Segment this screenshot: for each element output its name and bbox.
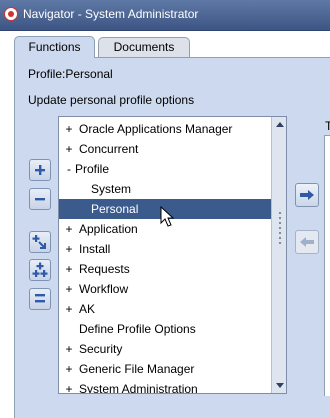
expand-marker[interactable]: +	[64, 139, 74, 159]
expand-all-button[interactable]	[29, 259, 51, 281]
expand-all-icon	[32, 262, 48, 277]
right-arrow-icon	[300, 190, 314, 200]
tree-item[interactable]: + Concurrent	[59, 139, 271, 159]
tree-item-label: Profile	[75, 162, 110, 176]
expand-marker[interactable]: +	[64, 359, 74, 379]
tree-item[interactable]: - Profile	[59, 159, 271, 179]
scroll-thumb[interactable]	[274, 209, 285, 249]
scroll-down-arrow-icon[interactable]	[272, 379, 286, 393]
tree-item[interactable]: + Install	[59, 239, 271, 259]
tree-item-label: Requests	[79, 262, 130, 276]
collapse-all-icon	[35, 294, 45, 303]
expand-marker[interactable]: +	[64, 299, 74, 319]
expand-marker[interactable]: +	[64, 119, 74, 139]
tree-list: + Oracle Applications Manager + Concurrent…	[59, 119, 271, 394]
expand-branch-button[interactable]	[29, 231, 51, 253]
tree-item[interactable]: Define Profile Options	[59, 319, 271, 339]
tree-item-label: Generic File Manager	[79, 362, 195, 376]
function-description: Update personal profile options	[28, 93, 195, 107]
tree-item-label: System	[91, 182, 132, 196]
collapse-marker[interactable]: -	[64, 159, 74, 179]
tree-item[interactable]: + Security	[59, 339, 271, 359]
tree-item[interactable]: + Workflow	[59, 279, 271, 299]
tree-item[interactable]: + System Administration	[59, 379, 271, 394]
collapse-all-button[interactable]	[29, 288, 51, 310]
tree-item-label: Oracle Applications Manager	[79, 122, 233, 136]
window-title: Navigator - System Administrator	[23, 7, 199, 21]
expand-button[interactable]	[29, 159, 51, 181]
add-to-top-ten-button[interactable]	[295, 183, 319, 207]
expand-branch-icon	[32, 235, 46, 249]
tab-documents[interactable]: Documents	[98, 37, 190, 57]
minus-icon	[35, 198, 45, 201]
tree-item[interactable]: + Generic File Manager	[59, 359, 271, 379]
tree-item[interactable]: + Oracle Applications Manager	[59, 119, 271, 139]
tree-item-label: Application	[79, 222, 138, 236]
function-tree[interactable]: + Oracle Applications Manager + Concurrent…	[58, 116, 287, 394]
expand-marker[interactable]: +	[64, 279, 74, 299]
tree-item-label: AK	[79, 302, 96, 316]
tree-item[interactable]: System	[59, 179, 271, 199]
collapse-button[interactable]	[29, 188, 51, 210]
tree-item-label: Workflow	[79, 282, 129, 296]
top-ten-list[interactable]	[324, 135, 330, 396]
tree-item-label: Define Profile Options	[79, 322, 196, 336]
expand-marker[interactable]: +	[64, 219, 74, 239]
tab-functions[interactable]: Functions	[14, 36, 95, 58]
tree-item-label: Security	[79, 342, 123, 356]
tree-item-label: System Administration	[79, 382, 198, 394]
tree-item-label: Personal	[91, 202, 139, 216]
title-bar: Navigator - System Administrator	[0, 0, 330, 31]
tree-item[interactable]: + AK	[59, 299, 271, 319]
tree-item-label: Concurrent	[79, 142, 139, 156]
oracle-app-icon[interactable]	[4, 7, 18, 21]
plus-icon	[35, 165, 45, 175]
expand-marker[interactable]: +	[64, 239, 74, 259]
mouse-pointer-icon	[160, 206, 174, 227]
tree-item-label: Install	[79, 242, 111, 256]
top-ten-heading: T	[325, 119, 330, 133]
expand-marker[interactable]: +	[64, 379, 74, 393]
expand-marker[interactable]: +	[64, 339, 74, 359]
current-function-label: Profile:Personal	[28, 67, 113, 81]
scroll-up-arrow-icon[interactable]	[272, 117, 286, 131]
left-arrow-icon	[300, 237, 314, 247]
tree-scrollbar[interactable]	[271, 117, 286, 393]
expand-marker[interactable]: +	[64, 259, 74, 279]
tree-item[interactable]: + Requests	[59, 259, 271, 279]
remove-from-top-ten-button[interactable]	[295, 230, 319, 254]
